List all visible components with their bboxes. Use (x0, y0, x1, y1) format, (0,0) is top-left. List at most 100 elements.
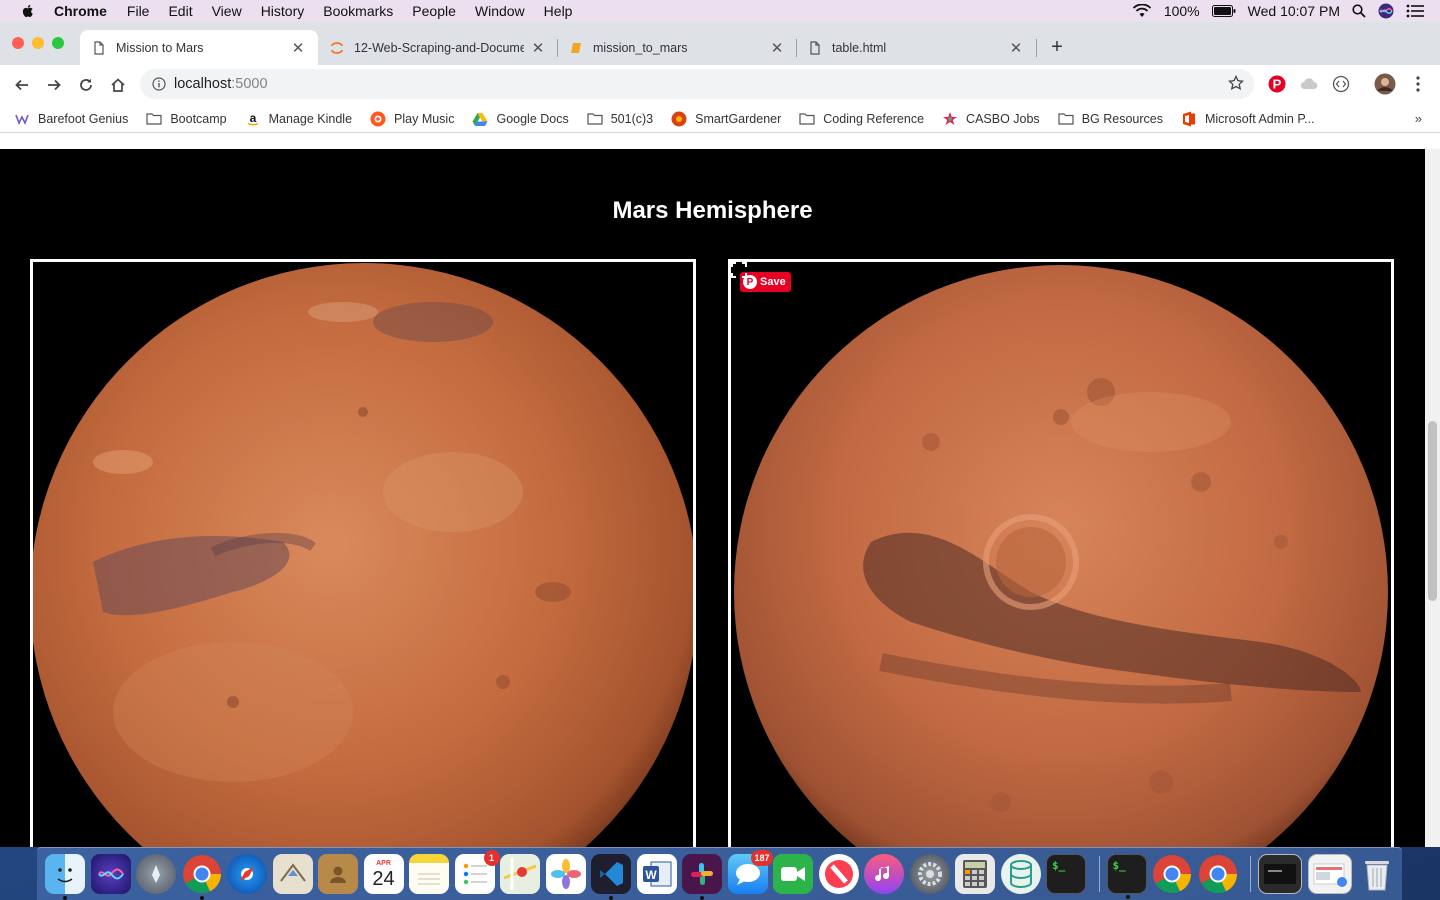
menu-help[interactable]: Help (544, 3, 573, 19)
tab-close-icon[interactable]: ✕ (769, 39, 785, 57)
office-icon (1181, 111, 1197, 126)
itunes-icon[interactable] (864, 854, 904, 894)
menu-file[interactable]: File (127, 3, 150, 19)
pinterest-save-label: Save (760, 276, 786, 288)
bookmark-play-music[interactable]: Play Music (370, 111, 454, 126)
trash-icon[interactable] (1357, 854, 1397, 894)
jupyter-icon (331, 41, 343, 54)
browser-toolbar: localhost:5000 P (0, 65, 1440, 105)
hemisphere-card-1[interactable] (30, 259, 696, 847)
bookmark-smartgardener[interactable]: SmartGardener (671, 111, 781, 126)
site-info-icon[interactable] (152, 77, 166, 91)
tab-web-scraping[interactable]: 12-Web-Scraping-and-Document-Databases ✕ (318, 30, 558, 65)
vscode-icon[interactable] (591, 854, 631, 900)
facetime-icon[interactable] (773, 854, 813, 894)
siri-icon[interactable] (1378, 3, 1394, 19)
hemisphere-card-2[interactable]: P Save (728, 259, 1394, 847)
menubar-clock[interactable]: Wed 10:07 PM (1248, 3, 1340, 19)
bookmark-casbo-jobs[interactable]: CASBO Jobs (942, 111, 1040, 126)
mars-hemisphere-section: Mars Hemisphere P Save (0, 149, 1425, 847)
address-bar[interactable]: localhost:5000 (140, 69, 1254, 99)
terminal-icon[interactable]: $_ (1046, 854, 1086, 894)
folder-icon (587, 112, 603, 126)
forward-icon[interactable] (38, 69, 70, 101)
system-preferences-icon[interactable] (909, 854, 950, 894)
tab-close-icon[interactable]: ✕ (290, 39, 306, 57)
notes-icon[interactable] (409, 854, 449, 894)
bookmark-star-icon[interactable] (1228, 75, 1244, 91)
battery-icon[interactable] (1211, 5, 1236, 17)
back-icon[interactable] (6, 69, 38, 101)
zoom-window-button[interactable] (52, 37, 64, 49)
cloud-extension-icon[interactable] (1298, 73, 1320, 95)
photos-icon[interactable] (545, 854, 586, 894)
bookmarks-bar: Barefoot Genius Bootcamp a Manage Kindle… (0, 105, 1440, 133)
messages-icon[interactable]: 187 (727, 850, 773, 894)
fullscreen-icon[interactable] (731, 262, 747, 278)
menu-view[interactable]: View (212, 3, 242, 19)
tab-table-html[interactable]: table.html ✕ (796, 30, 1036, 65)
tab-close-icon[interactable]: ✕ (1008, 39, 1024, 57)
code-extension-icon[interactable] (1330, 73, 1352, 95)
notification-center-icon[interactable] (1406, 4, 1424, 18)
reload-icon[interactable] (70, 69, 102, 101)
profile-avatar[interactable] (1374, 73, 1396, 95)
bookmark-google-docs[interactable]: Google Docs (472, 112, 569, 126)
pinterest-extension-icon[interactable]: P (1266, 73, 1288, 95)
tab-strip: Mission to Mars ✕ 12-Web-Scraping-and-Do… (0, 22, 1440, 65)
tab-separator (1036, 39, 1037, 57)
tab-mission-notebook[interactable]: mission_to_mars ✕ (557, 30, 797, 65)
home-icon[interactable] (102, 69, 134, 101)
window-preview-icon[interactable] (1258, 854, 1302, 894)
bookmark-coding-reference[interactable]: Coding Reference (799, 112, 924, 126)
bookmarks-overflow-icon[interactable]: » (1415, 111, 1422, 126)
bookmark-barefoot-genius[interactable]: Barefoot Genius (14, 112, 128, 126)
finder-icon[interactable] (45, 854, 85, 900)
tab-mission-to-mars[interactable]: Mission to Mars ✕ (80, 30, 318, 65)
page-scrollbar[interactable] (1425, 149, 1440, 847)
menu-people[interactable]: People (412, 3, 456, 19)
menu-bookmarks[interactable]: Bookmarks (323, 3, 393, 19)
menu-edit[interactable]: Edit (168, 3, 192, 19)
mail-dock-icon[interactable] (272, 854, 313, 894)
bookmark-manage-kindle[interactable]: a Manage Kindle (245, 112, 352, 126)
chrome-dock-icon[interactable] (182, 854, 222, 900)
spotlight-search-icon[interactable] (1352, 4, 1366, 18)
wifi-icon[interactable] (1132, 4, 1152, 18)
chrome-menu-icon[interactable] (1407, 73, 1429, 95)
news-icon[interactable] (818, 854, 859, 894)
menu-history[interactable]: History (261, 3, 305, 19)
bookmark-microsoft-admin[interactable]: Microsoft Admin P... (1181, 111, 1315, 126)
tab-close-icon[interactable]: ✕ (530, 39, 546, 57)
calculator-icon[interactable] (955, 854, 995, 894)
contacts-icon[interactable] (318, 854, 358, 894)
word-icon[interactable]: W (636, 854, 677, 894)
close-window-button[interactable] (12, 37, 24, 49)
launchpad-icon[interactable] (136, 854, 176, 894)
mars-hemisphere-image-2 (734, 265, 1388, 847)
menu-window[interactable]: Window (475, 3, 525, 19)
chrome-minimized-icon[interactable] (1152, 854, 1192, 894)
apple-icon[interactable] (20, 3, 36, 19)
tab-title: 12-Web-Scraping-and-Document-Databases (354, 40, 524, 55)
reminders-icon[interactable]: 1 (454, 850, 500, 894)
safari-icon[interactable] (227, 854, 267, 894)
chrome-window-icon[interactable] (1198, 854, 1238, 894)
bookmark-bg-resources[interactable]: BG Resources (1058, 112, 1163, 126)
minimize-window-button[interactable] (32, 37, 44, 49)
window-controls (12, 37, 64, 49)
smartgardener-icon (671, 111, 687, 126)
siri-dock-icon[interactable] (90, 854, 131, 894)
maps-icon[interactable] (500, 854, 540, 894)
slack-icon[interactable] (682, 854, 722, 900)
database-app-icon[interactable] (1000, 854, 1041, 894)
pinterest-save-button[interactable]: P Save (740, 272, 791, 292)
terminal-running-icon[interactable]: $_ (1106, 854, 1147, 899)
bookmark-bootcamp[interactable]: Bootcamp (146, 112, 227, 126)
scrollbar-thumb[interactable] (1428, 421, 1437, 601)
new-tab-icon[interactable]: + (1046, 36, 1068, 59)
calendar-icon[interactable]: APR 24 (363, 854, 404, 894)
bookmark-501c3[interactable]: 501(c)3 (587, 112, 653, 126)
downloads-stack-icon[interactable] (1307, 854, 1352, 894)
menu-app-name[interactable]: Chrome (54, 3, 107, 19)
